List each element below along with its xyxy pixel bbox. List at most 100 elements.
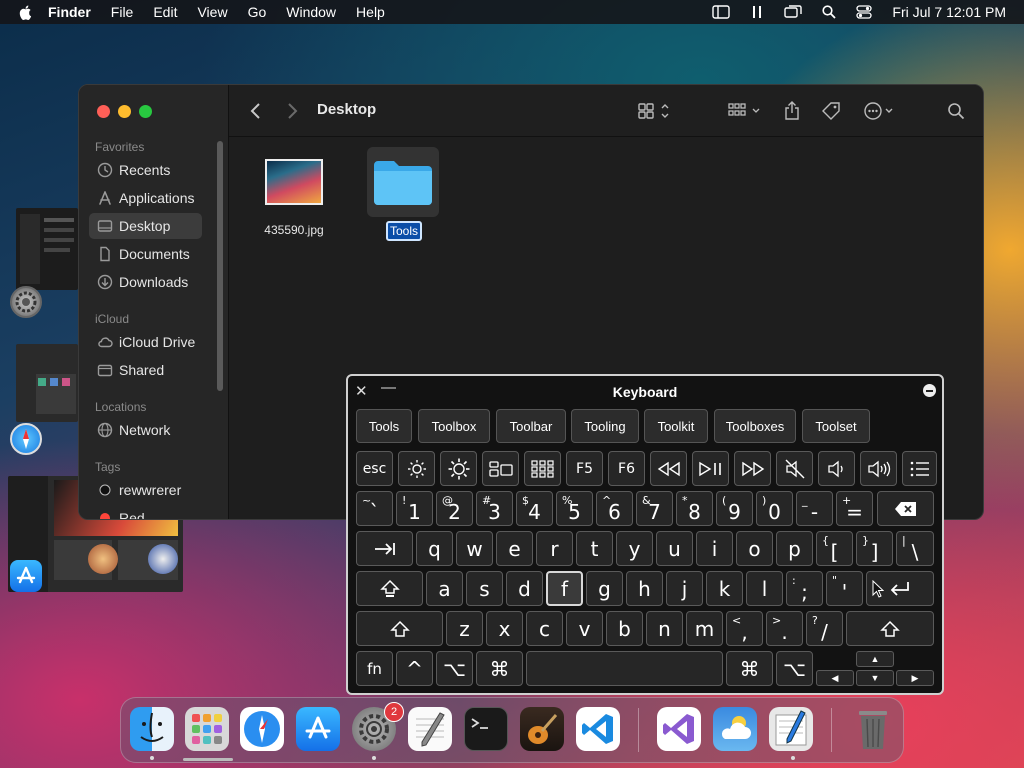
menu-window[interactable]: Window — [286, 4, 336, 20]
key-e[interactable]: e — [496, 531, 533, 566]
key-y[interactable]: y — [616, 531, 653, 566]
suggestion-toolset[interactable]: Toolset — [802, 409, 870, 443]
close-button[interactable] — [97, 105, 110, 118]
sidebar-item-network[interactable]: Network — [89, 417, 202, 443]
key-2[interactable]: @2 — [436, 491, 473, 526]
key-volume-up[interactable] — [860, 451, 897, 486]
group-button[interactable] — [727, 101, 765, 121]
suggestion-tools[interactable]: Tools — [356, 409, 412, 443]
key-volume-down[interactable] — [818, 451, 855, 486]
key-p[interactable]: p — [776, 531, 813, 566]
safari-stage-icon[interactable] — [10, 423, 42, 455]
key-control[interactable]: ^ — [396, 651, 433, 686]
key-x[interactable]: x — [486, 611, 523, 646]
key-f[interactable]: f — [546, 571, 583, 606]
folder-name-editor[interactable]: Tools — [385, 221, 422, 241]
key-left-bracket[interactable]: {[ — [816, 531, 853, 566]
key-5[interactable]: % 5 — [556, 491, 593, 526]
key-launchpad[interactable] — [524, 451, 561, 486]
file-item-folder[interactable]: Tools — [367, 147, 441, 241]
key-t[interactable]: t — [576, 531, 613, 566]
key-equals[interactable]: + = — [836, 491, 873, 526]
key-1[interactable]: ! 1 — [396, 491, 433, 526]
key-option-left[interactable]: ⌥ — [436, 651, 473, 686]
share-button[interactable] — [784, 101, 800, 121]
key-shift-right[interactable] — [846, 611, 934, 646]
key-b[interactable]: b — [606, 611, 643, 646]
key-v[interactable]: v — [566, 611, 603, 646]
key-play-pause[interactable] — [692, 451, 729, 486]
key-9[interactable]: (9 — [716, 491, 753, 526]
suggestion-toolkit[interactable]: Toolkit — [644, 409, 708, 443]
control-center-icon[interactable] — [856, 5, 873, 19]
menu-help[interactable]: Help — [356, 4, 385, 20]
key-space[interactable] — [526, 651, 723, 686]
dock-launchpad[interactable] — [185, 707, 229, 751]
sidebar-item-applications[interactable]: Applications — [89, 185, 202, 211]
keyboard-options-button[interactable] — [923, 384, 936, 397]
key-k[interactable]: k — [706, 571, 743, 606]
key-arrow-down[interactable]: ▼ — [856, 670, 894, 686]
sidebar-scrollbar[interactable] — [217, 141, 223, 391]
key-brightness-down[interactable] — [398, 451, 435, 486]
sidebar-item-recents[interactable]: Recents — [89, 157, 202, 183]
suggestion-toolbar[interactable]: Toolbar — [496, 409, 566, 443]
app-menu-finder[interactable]: Finder — [48, 4, 91, 20]
key-caps-lock[interactable] — [356, 571, 423, 606]
back-button[interactable] — [249, 101, 263, 121]
key-esc[interactable]: esc — [356, 451, 393, 486]
dock-terminal[interactable] — [464, 707, 508, 751]
key-i[interactable]: i — [696, 531, 733, 566]
menu-go[interactable]: Go — [248, 4, 267, 20]
stage-thumbnail-safari[interactable] — [16, 344, 78, 422]
suggestion-tooling[interactable]: Tooling — [571, 409, 639, 443]
key-g[interactable]: g — [586, 571, 623, 606]
key-command-right[interactable]: ⌘ — [726, 651, 773, 686]
key-arrow-left[interactable]: ◀ — [816, 670, 854, 686]
suggestion-toolbox[interactable]: Toolbox — [418, 409, 490, 443]
key-7[interactable]: & 7 — [636, 491, 673, 526]
more-actions-button[interactable] — [863, 101, 899, 121]
dock-app-store[interactable] — [296, 707, 340, 751]
dock-visual-studio[interactable] — [657, 707, 701, 751]
sidebar-item-tag-red[interactable]: Red — [89, 505, 202, 519]
sidebar-item-shared[interactable]: Shared — [89, 357, 202, 383]
key-slash[interactable]: ? / — [806, 611, 843, 646]
sidebar-item-downloads[interactable]: Downloads — [89, 269, 202, 295]
key-tab[interactable] — [356, 531, 413, 566]
sidebar-status-icon[interactable] — [712, 5, 731, 19]
key-d[interactable]: d — [506, 571, 543, 606]
key-option-right[interactable]: ⌥ — [776, 651, 813, 686]
key-quote[interactable]: " ' — [826, 571, 863, 606]
menu-file[interactable]: File — [111, 4, 134, 20]
pause-icon[interactable] — [750, 5, 764, 19]
key-minus[interactable]: _ - — [796, 491, 833, 526]
key-m[interactable]: m — [686, 611, 723, 646]
key-fn[interactable]: fn — [356, 651, 393, 686]
dock-vscode[interactable] — [576, 707, 620, 751]
key-8[interactable]: * 8 — [676, 491, 713, 526]
key-z[interactable]: z — [446, 611, 483, 646]
dock-script-editor[interactable] — [769, 707, 813, 751]
key-w[interactable]: w — [456, 531, 493, 566]
stage-thumbnail-settings[interactable] — [16, 208, 78, 290]
zoom-button[interactable] — [139, 105, 152, 118]
key-rewind[interactable] — [650, 451, 687, 486]
dock-trash[interactable] — [851, 707, 895, 751]
key-mute[interactable] — [776, 451, 813, 486]
key-u[interactable]: u — [656, 531, 693, 566]
key-s[interactable]: s — [466, 571, 503, 606]
suggestion-toolboxes[interactable]: Toolboxes — [714, 409, 796, 443]
system-settings-stage-icon[interactable] — [10, 286, 42, 318]
key-mission-control[interactable] — [482, 451, 519, 486]
key-f5[interactable]: F5 — [566, 451, 603, 486]
key-o[interactable]: o — [736, 531, 773, 566]
screen-mirror-icon[interactable] — [784, 5, 803, 19]
key-c[interactable]: c — [526, 611, 563, 646]
app-store-stage-icon[interactable] — [10, 560, 42, 592]
key-semicolon[interactable]: :; — [786, 571, 823, 606]
minimize-button[interactable] — [118, 105, 131, 118]
key-backslash[interactable]: | \ — [896, 531, 934, 566]
key-arrow-right[interactable]: ▶ — [896, 670, 934, 686]
key-right-bracket[interactable]: }] — [856, 531, 893, 566]
